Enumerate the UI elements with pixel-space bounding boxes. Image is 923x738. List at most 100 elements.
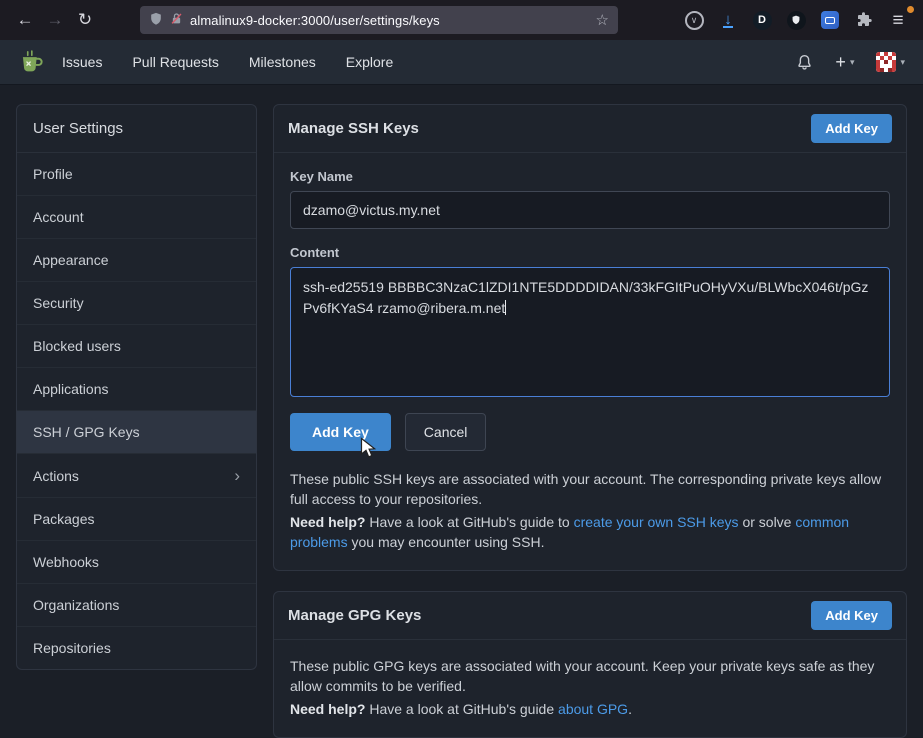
gpg-help-text: These public GPG keys are associated wit…	[290, 656, 890, 719]
chevron-down-icon: ▾	[850, 57, 855, 68]
forward-button[interactable]: →	[40, 5, 70, 35]
url-bar[interactable]: almalinux9-docker:3000/user/settings/key…	[140, 6, 618, 34]
ssh-add-key-header-button[interactable]: Add Key	[811, 114, 892, 143]
form-buttons: Add Key Cancel	[290, 413, 890, 451]
ssh-help1-text: These public SSH keys are associated wit…	[290, 471, 881, 507]
sidebar-item-account[interactable]: Account	[17, 196, 256, 239]
sidebar-item-label: Repositories	[33, 640, 111, 656]
chevron-down-icon: ▾	[900, 57, 905, 68]
nav-item-issues[interactable]: Issues	[62, 54, 102, 70]
gpg-help2-text-b: .	[628, 701, 632, 717]
main-content: User Settings Profile Account Appearance…	[0, 85, 923, 738]
gpg-help-line1: These public GPG keys are associated wit…	[290, 656, 890, 697]
key-name-field: Key Name	[290, 169, 890, 229]
sidebar-item-label: Appearance	[33, 252, 109, 268]
ssh-help-text: These public SSH keys are associated wit…	[290, 469, 890, 552]
addons-puzzle-icon[interactable]	[853, 9, 875, 31]
menu-icon[interactable]: ≡	[887, 9, 909, 31]
sidebar-item-label: Applications	[33, 381, 109, 397]
blue-square-shape	[821, 11, 839, 29]
create-ssh-keys-link[interactable]: create your own SSH keys	[574, 514, 739, 530]
key-name-label: Key Name	[290, 169, 890, 184]
ssh-help2-text-a: Have a look at GitHub's guide to	[365, 514, 573, 530]
pocket-chevron-glyph: ∨	[685, 11, 704, 30]
update-badge	[907, 6, 914, 13]
url-text: almalinux9-docker:3000/user/settings/key…	[190, 13, 589, 28]
plus-icon: +	[835, 53, 846, 71]
cancel-button[interactable]: Cancel	[405, 413, 487, 451]
sidebar-title: User Settings	[17, 105, 256, 153]
sidebar-item-label: Packages	[33, 511, 94, 527]
ssh-card-title: Manage SSH Keys	[288, 120, 419, 137]
app-navbar: Issues Pull Requests Milestones Explore …	[0, 40, 923, 85]
ssh-card-header: Manage SSH Keys Add Key	[274, 105, 906, 153]
settings-content: Manage SSH Keys Add Key Key Name Content…	[273, 104, 907, 738]
sidebar-item-label: Webhooks	[33, 554, 99, 570]
user-menu-button[interactable]: ▾	[876, 52, 905, 72]
sidebar-item-label: Actions	[33, 468, 79, 484]
sidebar-item-profile[interactable]: Profile	[17, 153, 256, 196]
sidebar-item-blocked-users[interactable]: Blocked users	[17, 325, 256, 368]
sidebar-item-appearance[interactable]: Appearance	[17, 239, 256, 282]
insecure-lock-icon[interactable]	[170, 12, 183, 28]
extension-shield-icon[interactable]	[785, 9, 807, 31]
sidebar-item-webhooks[interactable]: Webhooks	[17, 541, 256, 584]
ssh-help2-text-c: you may encounter using SSH.	[348, 534, 545, 550]
browser-toolbar: ← → ↻ almalinux9-docker:3000/user/settin…	[0, 0, 923, 40]
sidebar-item-label: Account	[33, 209, 84, 225]
browser-extension-area: ∨ ↓ D ≡	[683, 9, 913, 31]
extension-d-icon[interactable]: D	[751, 9, 773, 31]
gpg-card-body: These public GPG keys are associated wit…	[274, 640, 906, 737]
nav-item-explore[interactable]: Explore	[346, 54, 393, 70]
reload-button[interactable]: ↻	[70, 5, 100, 35]
sidebar-item-packages[interactable]: Packages	[17, 498, 256, 541]
add-key-submit-button[interactable]: Add Key	[290, 413, 391, 451]
sidebar-item-label: Security	[33, 295, 84, 311]
d-badge-glyph: D	[753, 11, 772, 30]
shield-icon[interactable]	[149, 12, 163, 29]
ssh-help2-text-b: or solve	[739, 514, 796, 530]
bookmark-star-icon[interactable]: ☆	[596, 11, 609, 29]
ssh-keys-card: Manage SSH Keys Add Key Key Name Content…	[273, 104, 907, 571]
need-help-label: Need help?	[290, 701, 365, 717]
sidebar-item-label: Blocked users	[33, 338, 121, 354]
ssh-card-body: Key Name Content ssh-ed25519 BBBBC3NzaC1…	[274, 153, 906, 570]
gpg-card-title: Manage GPG Keys	[288, 607, 421, 624]
sidebar-item-actions[interactable]: Actions ›	[17, 454, 256, 498]
sidebar-item-security[interactable]: Security	[17, 282, 256, 325]
dark-circle-shape	[787, 11, 806, 30]
nav-item-milestones[interactable]: Milestones	[249, 54, 316, 70]
nav-item-pull-requests[interactable]: Pull Requests	[132, 54, 218, 70]
sidebar-item-ssh-gpg-keys[interactable]: SSH / GPG Keys	[17, 411, 256, 454]
content-label: Content	[290, 245, 890, 260]
ssh-content-text: ssh-ed25519 BBBBC3NzaC1lZDI1NTE5DDDDIDAN…	[303, 279, 868, 316]
sidebar-item-repositories[interactable]: Repositories	[17, 627, 256, 669]
chevron-right-icon: ›	[234, 467, 240, 484]
need-help-label: Need help?	[290, 514, 365, 530]
gpg-help1-text: These public GPG keys are associated wit…	[290, 658, 874, 694]
hamburger-glyph: ≡	[892, 11, 903, 30]
create-new-button[interactable]: + ▾	[835, 53, 854, 71]
sidebar-item-label: Organizations	[33, 597, 119, 613]
gpg-help2-text-a: Have a look at GitHub's guide	[365, 701, 558, 717]
key-name-input[interactable]	[290, 191, 890, 229]
back-button[interactable]: ←	[10, 5, 40, 35]
download-arrow-glyph: ↓	[723, 13, 733, 28]
gpg-card-header: Manage GPG Keys Add Key	[274, 592, 906, 640]
gitea-logo[interactable]	[18, 49, 44, 75]
notifications-bell-icon[interactable]	[796, 54, 813, 71]
avatar	[876, 52, 896, 72]
sidebar-item-organizations[interactable]: Organizations	[17, 584, 256, 627]
sidebar-item-label: Profile	[33, 166, 73, 182]
content-field: Content ssh-ed25519 BBBBC3NzaC1lZDI1NTE5…	[290, 245, 890, 397]
settings-sidebar: User Settings Profile Account Appearance…	[16, 104, 257, 670]
about-gpg-link[interactable]: about GPG	[558, 701, 628, 717]
gpg-keys-card: Manage GPG Keys Add Key These public GPG…	[273, 591, 907, 738]
pocket-icon[interactable]: ∨	[683, 9, 705, 31]
extension-blue-icon[interactable]	[819, 9, 841, 31]
gpg-add-key-button[interactable]: Add Key	[811, 601, 892, 630]
gpg-help-line2: Need help? Have a look at GitHub's guide…	[290, 699, 890, 719]
downloads-icon[interactable]: ↓	[717, 9, 739, 31]
sidebar-item-applications[interactable]: Applications	[17, 368, 256, 411]
ssh-content-textarea[interactable]: ssh-ed25519 BBBBC3NzaC1lZDI1NTE5DDDDIDAN…	[290, 267, 890, 397]
